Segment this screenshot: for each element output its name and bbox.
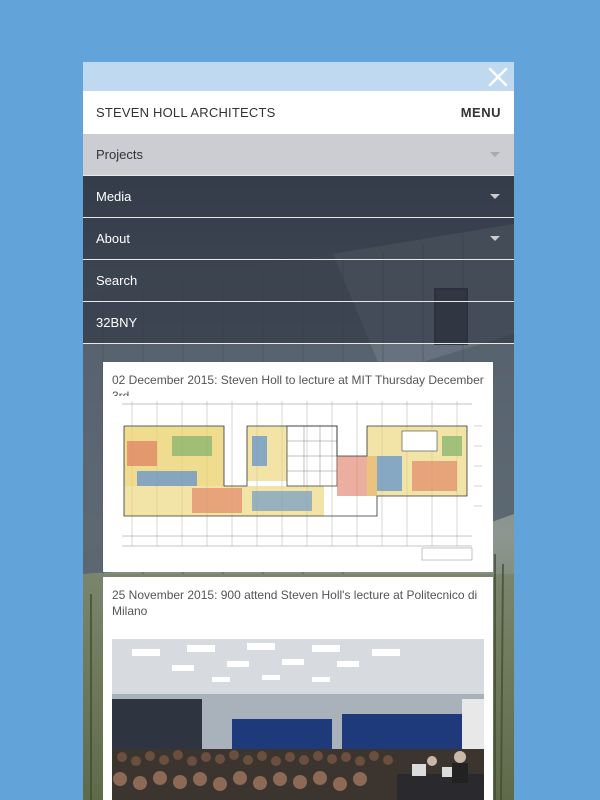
nav-item-media[interactable]: Media: [83, 176, 514, 218]
site-header: STEVEN HOLL ARCHITECTS MENU: [83, 91, 514, 134]
news-card[interactable]: 25 November 2015: 900 attend Steven Holl…: [103, 577, 493, 800]
nav-item-label: Search: [96, 273, 138, 288]
nav-item-label: Projects: [96, 147, 143, 162]
nav-item-projects[interactable]: Projects: [83, 134, 514, 176]
overlay-top-bar: [83, 62, 514, 91]
mobile-frame: STEVEN HOLL ARCHITECTS MENU Projects Med…: [83, 62, 514, 800]
close-icon[interactable]: [488, 67, 508, 87]
nav-item-32bny[interactable]: 32BNY: [83, 302, 514, 344]
caret-down-icon: [490, 152, 500, 157]
floor-plan-image: [112, 396, 484, 566]
nav-item-label: Media: [96, 189, 132, 204]
nav-item-label: 32BNY: [96, 315, 138, 330]
main-nav-menu: Projects Media About Search 32BNY: [83, 134, 514, 344]
caret-down-icon: [490, 236, 500, 241]
lecture-hall-photo: [112, 639, 484, 800]
menu-button[interactable]: MENU: [461, 105, 501, 120]
news-card[interactable]: 02 December 2015: Steven Holl to lecture…: [103, 362, 493, 572]
caret-down-icon: [490, 194, 500, 199]
nav-item-about[interactable]: About: [83, 218, 514, 260]
news-title[interactable]: 25 November 2015: 900 attend Steven Holl…: [112, 587, 484, 619]
nav-item-search[interactable]: Search: [83, 260, 514, 302]
nav-item-label: About: [96, 231, 130, 246]
site-logo-text[interactable]: STEVEN HOLL ARCHITECTS: [96, 105, 275, 120]
